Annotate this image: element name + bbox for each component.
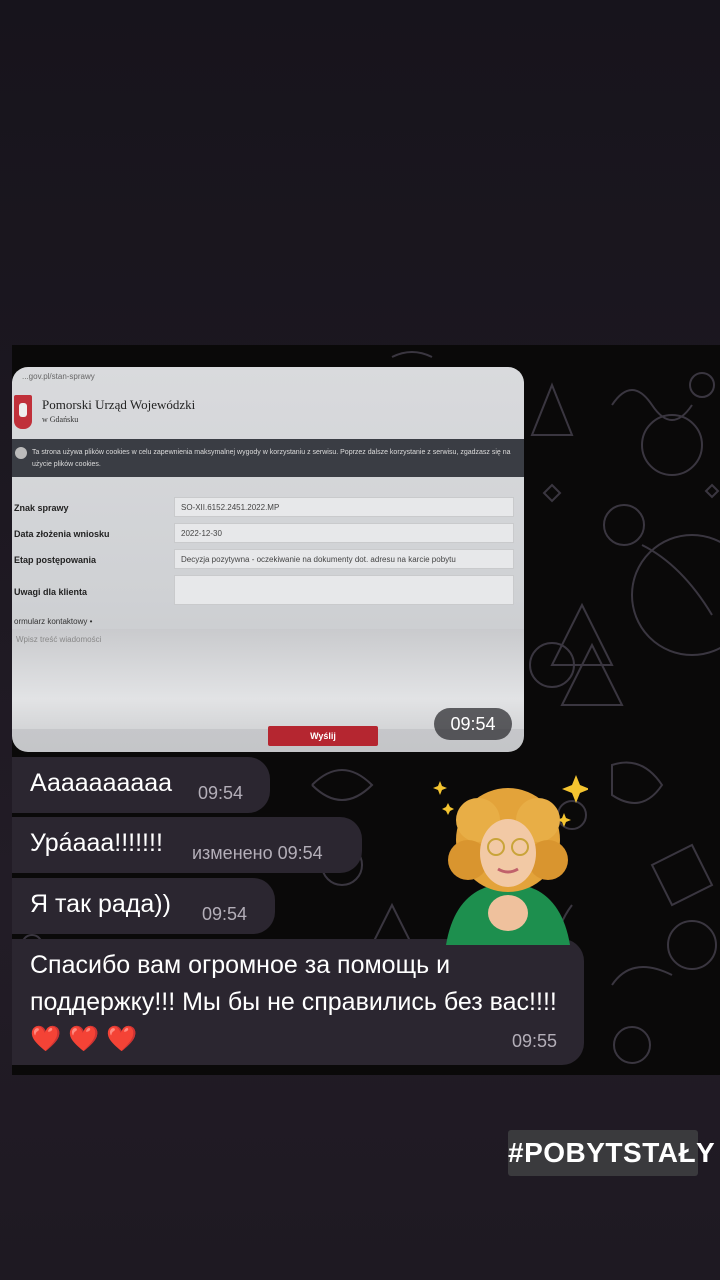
document-photo[interactable]: ...gov.pl/stan-sprawy Pomorski Urząd Woj… <box>12 367 524 752</box>
message-bubble[interactable]: Я так рада)) 09:54 <box>12 878 275 934</box>
message-time: изменено 09:54 <box>192 843 323 863</box>
cookie-notice: Ta strona używa plików cookies w celu za… <box>32 449 511 468</box>
row-label-stage: Etap postępowania <box>14 555 97 565</box>
photo-timestamp: 09:54 <box>434 708 512 740</box>
org-subtitle: w Gdańsku <box>42 415 79 424</box>
cookie-icon <box>15 447 27 459</box>
row-value-case-number: SO-XII.6152.2451.2022.MP <box>174 497 514 517</box>
cookie-banner: Ta strona używa plików cookies w celu za… <box>12 439 524 477</box>
message-bubble[interactable]: Спасибо вам огромное за помощь и поддерж… <box>12 939 584 1065</box>
org-title: Pomorski Urząd Wojewódzki <box>42 397 196 412</box>
row-label-case-number: Znak sprawy <box>14 503 69 513</box>
row-value-notes <box>174 575 514 605</box>
hashtag-sticker[interactable]: #POBYTSTAŁY <box>508 1130 715 1176</box>
row-value-stage: Decyzja pozytywna - oczekiwanie na dokum… <box>174 549 514 569</box>
message-text: Спасибо вам огромное за помощь и поддерж… <box>30 947 570 1058</box>
message-text-body: Спасибо вам огромное за помощь и поддерж… <box>30 951 557 1016</box>
message-text: Аааааааааа <box>30 769 173 797</box>
heart-emoji-icons: ❤️ ❤️ ❤️ <box>30 1025 138 1053</box>
row-value-submission-date: 2022-12-30 <box>174 523 514 543</box>
message-time: 09:55 <box>512 1031 558 1051</box>
chat-screenshot: ...gov.pl/stan-sprawy Pomorski Urząd Woj… <box>12 345 720 1075</box>
browser-url: ...gov.pl/stan-sprawy <box>22 372 95 381</box>
coat-of-arms-icon <box>14 395 32 429</box>
row-label-submission-date: Data złożenia wniosku <box>14 529 110 539</box>
memoji-sticker-icon[interactable] <box>428 765 588 945</box>
message-time: 09:54 <box>198 783 244 803</box>
message-bubble[interactable]: Урáааа!!!!!!! изменено 09:54 <box>12 817 362 873</box>
send-button: Wyślij <box>268 726 378 746</box>
contact-form-label: ormularz kontaktowy • <box>14 617 93 626</box>
message-text: Урáааа!!!!!!! <box>30 829 163 857</box>
row-label-notes: Uwagi dla klienta <box>14 587 88 597</box>
message-bubble[interactable]: Аааааааааа 09:54 <box>12 757 270 813</box>
message-placeholder: Wpisz treść wiadomości <box>16 635 102 644</box>
message-time: 09:54 <box>202 904 248 924</box>
message-text: Я так рада)) <box>30 890 171 918</box>
